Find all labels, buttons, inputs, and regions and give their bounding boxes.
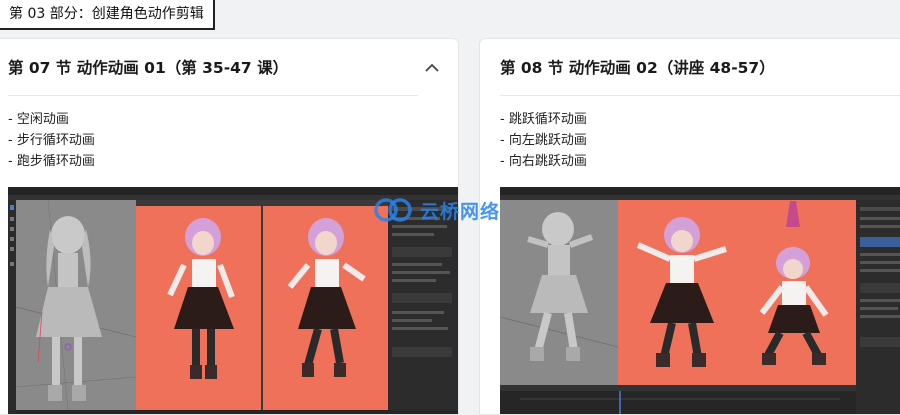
collapse-button[interactable] [418, 53, 446, 81]
lesson-list: - 跳跃循环动画 - 向左跳跃动画 - 向右跳跃动画 [500, 109, 587, 172]
section-heading: 第 03 部分：创建角色动作剪辑 [0, 0, 215, 30]
lesson-card-section-07: 第 07 节 动作动画 01（第 35-47 课） - 空闲动画 - 步行循环动… [0, 38, 459, 415]
card-title[interactable]: 第 07 节 动作动画 01（第 35-47 课） [8, 56, 288, 78]
card-header[interactable]: 第 08 节 动作动画 02（讲座 48-57） [500, 39, 900, 96]
animation-preview-image [8, 187, 458, 414]
list-item: - 步行循环动画 [8, 133, 95, 148]
list-item: - 跳跃循环动画 [500, 112, 587, 127]
card-header[interactable]: 第 07 节 动作动画 01（第 35-47 课） [8, 39, 439, 96]
list-item: - 向左跳跃动画 [500, 133, 587, 148]
list-item: - 向右跳跃动画 [500, 154, 587, 169]
list-item: - 跑步循环动画 [8, 154, 95, 169]
card-title[interactable]: 第 08 节 动作动画 02（讲座 48-57） [500, 56, 775, 78]
chevron-up-icon [425, 63, 439, 72]
animation-preview-image [500, 187, 900, 414]
lesson-card-section-08: 第 08 节 动作动画 02（讲座 48-57） - 跳跃循环动画 - 向左跳跃… [479, 38, 900, 415]
list-item: - 空闲动画 [8, 112, 69, 127]
lesson-list: - 空闲动画 - 步行循环动画 - 跑步循环动画 [8, 109, 95, 172]
